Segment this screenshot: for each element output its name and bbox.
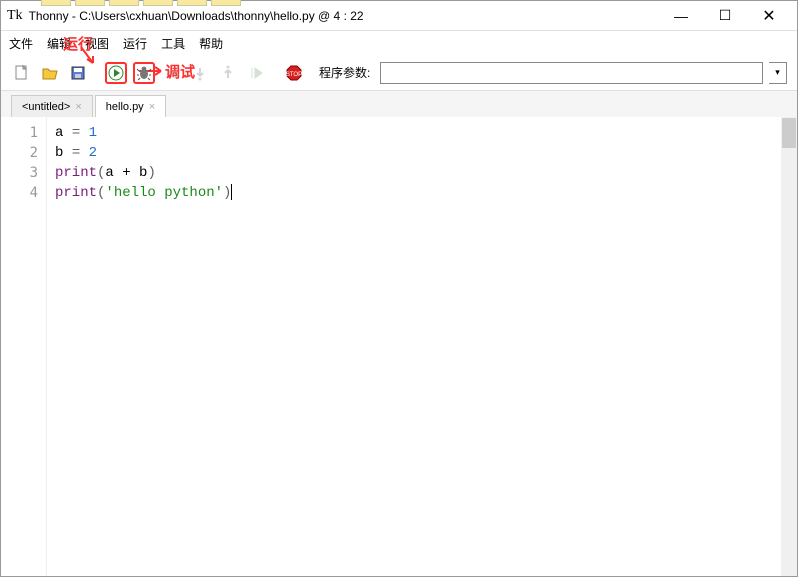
new-file-icon bbox=[14, 65, 30, 81]
save-icon bbox=[70, 65, 86, 81]
tab-untitled[interactable]: <untitled> × bbox=[11, 95, 93, 117]
menu-run[interactable]: 运行 bbox=[123, 35, 147, 52]
step-over-icon bbox=[164, 65, 180, 81]
menu-edit[interactable]: 编辑 bbox=[47, 35, 71, 52]
new-file-button[interactable] bbox=[11, 62, 33, 84]
step-out-button[interactable] bbox=[217, 62, 239, 84]
program-args-label: 程序参数: bbox=[319, 64, 370, 81]
stop-icon: STOP bbox=[285, 64, 303, 82]
resume-button[interactable] bbox=[245, 62, 267, 84]
menu-help[interactable]: 帮助 bbox=[199, 35, 223, 52]
menu-view[interactable]: 视图 bbox=[85, 35, 109, 52]
toolbar: STOP 程序参数: ▾ bbox=[1, 55, 797, 91]
open-file-button[interactable] bbox=[39, 62, 61, 84]
vertical-scrollbar[interactable] bbox=[781, 117, 797, 576]
run-button[interactable] bbox=[105, 62, 127, 84]
window-title: Thonny - C:\Users\cxhuan\Downloads\thonn… bbox=[29, 9, 364, 23]
tab-hello-py[interactable]: hello.py × bbox=[95, 95, 166, 117]
step-into-icon bbox=[192, 65, 208, 81]
tab-label: <untitled> bbox=[22, 101, 70, 113]
svg-text:STOP: STOP bbox=[286, 72, 302, 78]
bug-icon bbox=[136, 65, 152, 81]
tab-label: hello.py bbox=[106, 101, 144, 113]
resume-icon bbox=[248, 65, 264, 81]
tab-close-icon[interactable]: × bbox=[149, 101, 155, 113]
chevron-down-icon: ▾ bbox=[775, 67, 780, 78]
step-into-button[interactable] bbox=[189, 62, 211, 84]
tab-close-icon[interactable]: × bbox=[75, 101, 81, 113]
step-out-icon bbox=[220, 65, 236, 81]
menubar: 文件 编辑 视图 运行 工具 帮助 bbox=[1, 31, 797, 55]
folder-open-icon bbox=[42, 65, 58, 81]
play-icon bbox=[108, 65, 124, 81]
program-args-input[interactable] bbox=[380, 62, 763, 84]
app-logo-icon: Tk bbox=[7, 8, 23, 24]
background-taskbar-fragments bbox=[1, 0, 797, 6]
line-number-gutter: 1234 bbox=[1, 117, 47, 576]
step-over-button[interactable] bbox=[161, 62, 183, 84]
menu-tools[interactable]: 工具 bbox=[161, 35, 185, 52]
editor[interactable]: 1234 a = 1b = 2print(a + b)print('hello … bbox=[1, 117, 797, 576]
stop-button[interactable]: STOP bbox=[283, 62, 305, 84]
debug-button[interactable] bbox=[133, 62, 155, 84]
save-file-button[interactable] bbox=[67, 62, 89, 84]
code-area[interactable]: a = 1b = 2print(a + b)print('hello pytho… bbox=[47, 117, 797, 576]
editor-tabbar: <untitled> × hello.py × bbox=[1, 91, 797, 117]
scrollbar-thumb[interactable] bbox=[782, 118, 796, 148]
menu-file[interactable]: 文件 bbox=[9, 35, 33, 52]
program-args-dropdown[interactable]: ▾ bbox=[769, 62, 787, 84]
